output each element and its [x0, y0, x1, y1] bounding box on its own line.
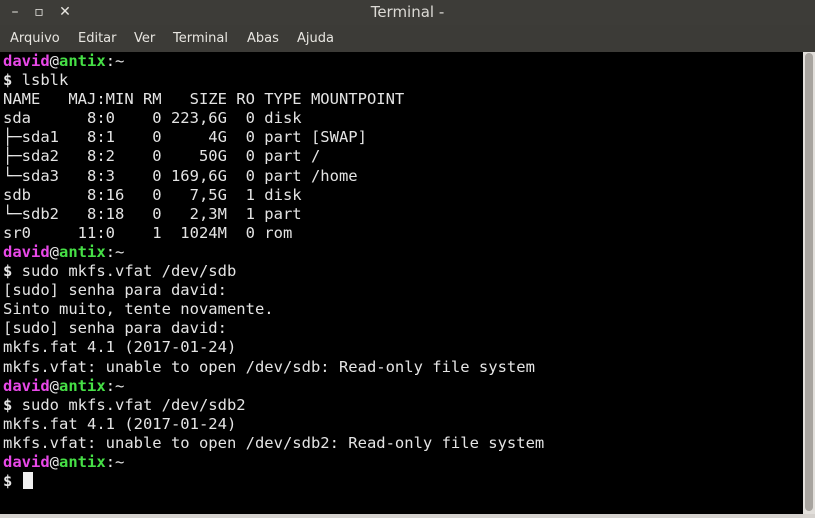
command-line: $ sudo mkfs.vfat /dev/sdb: [3, 262, 544, 281]
command-line: $ lsblk: [3, 71, 544, 90]
output-text: ├─sda1 8:1 0 4G 0 part [SWAP]: [3, 128, 367, 147]
text-cursor: [22, 472, 33, 490]
command-text: sudo mkfs.vfat /dev/sdb: [12, 262, 237, 281]
output-text: └─sda3 8:3 0 169,6G 0 part /home: [3, 166, 358, 185]
prompt-at: @: [49, 376, 60, 395]
prompt-line: david@antix:~: [3, 453, 544, 472]
menu-editar[interactable]: Editar: [78, 25, 117, 52]
menu-ajuda[interactable]: Ajuda: [297, 25, 334, 52]
prompt-line: david@antix:~: [3, 243, 544, 262]
prompt-at: @: [49, 242, 60, 261]
output-line: sdb 8:16 0 7,5G 1 disk: [3, 186, 544, 205]
output-text: mkfs.vfat: unable to open /dev/sdb2: Rea…: [3, 433, 545, 452]
output-line: ├─sda1 8:1 0 4G 0 part [SWAP]: [3, 128, 544, 147]
command-line: $: [3, 472, 544, 491]
output-text: NAME MAJ:MIN RM SIZE RO TYPE MOUNTPOINT: [3, 90, 405, 109]
output-text: sda 8:0 0 223,6G 0 disk: [3, 109, 302, 128]
prompt-path: :~: [105, 242, 125, 261]
prompt-path: :~: [105, 52, 125, 70]
menu-bar: Arquivo Editar Ver Terminal Abas Ajuda: [0, 25, 815, 52]
output-line: mkfs.fat 4.1 (2017-01-24): [3, 338, 544, 357]
scrollbar[interactable]: [803, 52, 815, 514]
output-line: [sudo] senha para david:: [3, 319, 544, 338]
output-line: mkfs.fat 4.1 (2017-01-24): [3, 415, 544, 434]
terminal-output[interactable]: david@antix:~ $ lsblk NAME MAJ:MIN RM SIZE…: [0, 52, 803, 514]
prompt-path: :~: [105, 376, 125, 395]
output-text: └─sdb2 8:18 0 2,3M 1 part: [3, 204, 302, 223]
menu-ver[interactable]: Ver: [134, 25, 155, 52]
output-line: Sinto muito, tente novamente.: [3, 300, 544, 319]
prompt-user: david: [3, 52, 50, 70]
prompt-symbol: $: [3, 262, 13, 281]
prompt-host: antix: [59, 242, 106, 261]
prompt-user: david: [3, 452, 50, 471]
prompt-line: david@antix:~: [3, 52, 544, 71]
command-line: $ sudo mkfs.vfat /dev/sdb2: [3, 396, 544, 415]
output-text: sr0 11:0 1 1024M 0 rom: [3, 223, 293, 242]
prompt-host: antix: [59, 52, 106, 70]
output-line: mkfs.vfat: unable to open /dev/sdb2: Rea…: [3, 434, 544, 453]
output-line: NAME MAJ:MIN RM SIZE RO TYPE MOUNTPOINT: [3, 90, 544, 109]
command-text: [12, 472, 21, 490]
scrollbar-thumb[interactable]: [805, 53, 813, 511]
prompt-user: david: [3, 376, 50, 395]
output-line: [sudo] senha para david:: [3, 281, 544, 300]
prompt-host: antix: [59, 376, 106, 395]
prompt-path: :~: [105, 452, 125, 471]
prompt-user: david: [3, 242, 50, 261]
output-text: [sudo] senha para david:: [3, 281, 227, 300]
prompt-at: @: [49, 452, 60, 471]
output-line: ├─sda2 8:2 0 50G 0 part /: [3, 147, 544, 166]
menu-terminal[interactable]: Terminal: [173, 25, 228, 52]
output-line: mkfs.vfat: unable to open /dev/sdb: Read…: [3, 358, 544, 377]
output-text: mkfs.fat 4.1 (2017-01-24): [3, 338, 237, 357]
output-line: └─sda3 8:3 0 169,6G 0 part /home: [3, 167, 544, 186]
command-text: sudo mkfs.vfat /dev/sdb2: [12, 395, 246, 414]
output-text: sdb 8:16 0 7,5G 1 disk: [3, 185, 302, 204]
output-line: └─sdb2 8:18 0 2,3M 1 part: [3, 205, 544, 224]
output-text: mkfs.fat 4.1 (2017-01-24): [3, 414, 237, 433]
prompt-symbol: $: [3, 71, 13, 90]
menu-arquivo[interactable]: Arquivo: [10, 25, 60, 52]
window-bottom-edge: [0, 514, 815, 518]
output-text: mkfs.vfat: unable to open /dev/sdb: Read…: [3, 357, 535, 376]
window-title: Terminal -: [370, 3, 445, 21]
prompt-host: antix: [59, 452, 106, 471]
prompt-at: @: [49, 52, 60, 70]
output-line: sda 8:0 0 223,6G 0 disk: [3, 109, 544, 128]
menu-abas[interactable]: Abas: [247, 25, 279, 52]
output-text: Sinto muito, tente novamente.: [3, 300, 274, 319]
prompt-line: david@antix:~: [3, 377, 544, 396]
title-bar[interactable]: – ▫ ✕ Terminal -: [0, 0, 815, 25]
terminal-window: – ▫ ✕ Terminal - Arquivo Editar Ver Term…: [0, 0, 815, 518]
output-line: sr0 11:0 1 1024M 0 rom: [3, 224, 544, 243]
output-text: [sudo] senha para david:: [3, 319, 227, 338]
output-text: ├─sda2 8:2 0 50G 0 part /: [3, 147, 321, 166]
command-text: lsblk: [12, 71, 69, 90]
prompt-symbol: $: [3, 472, 13, 491]
prompt-symbol: $: [3, 395, 13, 414]
terminal-text: david@antix:~ $ lsblk NAME MAJ:MIN RM SIZE…: [3, 52, 544, 491]
